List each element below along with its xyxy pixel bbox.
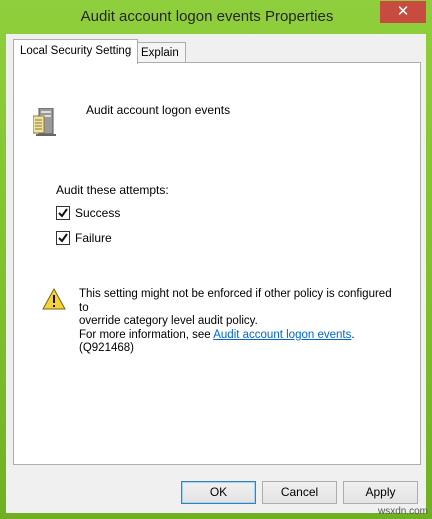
warning-line-2: override category level audit policy. — [79, 315, 258, 327]
success-label: Success — [75, 206, 121, 220]
watermark: wsxdn.com — [377, 506, 428, 517]
window-frame: Audit account logon events Properties ✕ … — [0, 0, 432, 519]
close-button[interactable]: ✕ — [380, 1, 426, 23]
warning-icon — [42, 287, 66, 313]
success-checkbox-row[interactable]: Success — [56, 206, 120, 220]
cancel-button[interactable]: Cancel — [262, 481, 337, 504]
close-icon: ✕ — [396, 3, 410, 20]
audit-attempts-label: Audit these attempts: — [56, 183, 169, 197]
dialog-client-area: Local Security Setting Explain Audit acc… — [6, 34, 426, 513]
warning-text: This setting might not be enforced if ot… — [79, 288, 399, 356]
warning-line-3: For more information, see Audit account … — [79, 328, 355, 355]
failure-checkbox[interactable] — [56, 231, 70, 245]
warning-line-1: This setting might not be enforced if ot… — [79, 288, 392, 314]
success-checkbox[interactable] — [56, 206, 70, 220]
policy-name: Audit account logon events — [86, 103, 231, 117]
checkmark-icon — [58, 233, 68, 243]
tab-panel: Audit account logon events Audit these a… — [13, 62, 421, 465]
checkmark-icon — [58, 208, 68, 218]
tab-explain[interactable]: Explain — [134, 42, 186, 63]
ok-button[interactable]: OK — [181, 481, 256, 504]
failure-checkbox-row[interactable]: Failure — [56, 231, 112, 245]
apply-button[interactable]: Apply — [343, 481, 418, 504]
tab-local-security-setting[interactable]: Local Security Setting — [13, 39, 139, 64]
window-title: Audit account logon events Properties — [80, 8, 334, 25]
server-policy-icon — [32, 107, 57, 139]
more-info-link[interactable]: Audit account logon events — [213, 329, 351, 341]
failure-label: Failure — [75, 231, 112, 245]
